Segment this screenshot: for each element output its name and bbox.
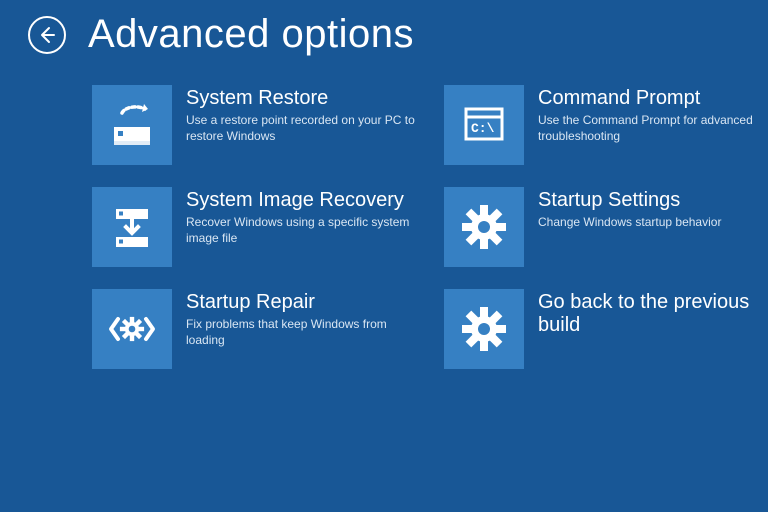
tile-title: System Image Recovery bbox=[186, 189, 416, 212]
tile-startup-settings[interactable]: Startup Settings Change Windows startup … bbox=[444, 187, 768, 267]
tile-startup-repair[interactable]: Startup Repair Fix problems that keep Wi… bbox=[92, 289, 422, 369]
tile-title: System Restore bbox=[186, 87, 416, 110]
command-prompt-icon: C:\ bbox=[444, 85, 524, 165]
tile-title: Go back to the previous build bbox=[538, 291, 768, 337]
gear-icon bbox=[444, 187, 524, 267]
tile-system-image-recovery[interactable]: System Image Recovery Recover Windows us… bbox=[92, 187, 422, 267]
back-button[interactable] bbox=[28, 16, 66, 54]
tile-title: Command Prompt bbox=[538, 87, 768, 110]
tile-go-back-previous-build[interactable]: Go back to the previous build bbox=[444, 289, 768, 369]
gear-icon bbox=[444, 289, 524, 369]
options-grid: System Restore Use a restore point recor… bbox=[0, 57, 768, 369]
tile-desc: Recover Windows using a specific system … bbox=[186, 215, 416, 246]
system-image-recovery-icon bbox=[92, 187, 172, 267]
arrow-left-icon bbox=[37, 25, 57, 45]
startup-repair-icon bbox=[92, 289, 172, 369]
tile-title: Startup Settings bbox=[538, 189, 721, 212]
page-title: Advanced options bbox=[88, 12, 414, 57]
tile-desc: Use a restore point recorded on your PC … bbox=[186, 113, 416, 144]
tile-system-restore[interactable]: System Restore Use a restore point recor… bbox=[92, 85, 422, 165]
svg-text:C:\: C:\ bbox=[471, 121, 495, 136]
tile-command-prompt[interactable]: C:\ Command Prompt Use the Command Promp… bbox=[444, 85, 768, 165]
tile-desc: Fix problems that keep Windows from load… bbox=[186, 317, 416, 348]
tile-desc: Use the Command Prompt for advanced trou… bbox=[538, 113, 768, 144]
tile-title: Startup Repair bbox=[186, 291, 416, 314]
system-restore-icon bbox=[92, 85, 172, 165]
tile-desc: Change Windows startup behavior bbox=[538, 215, 721, 231]
